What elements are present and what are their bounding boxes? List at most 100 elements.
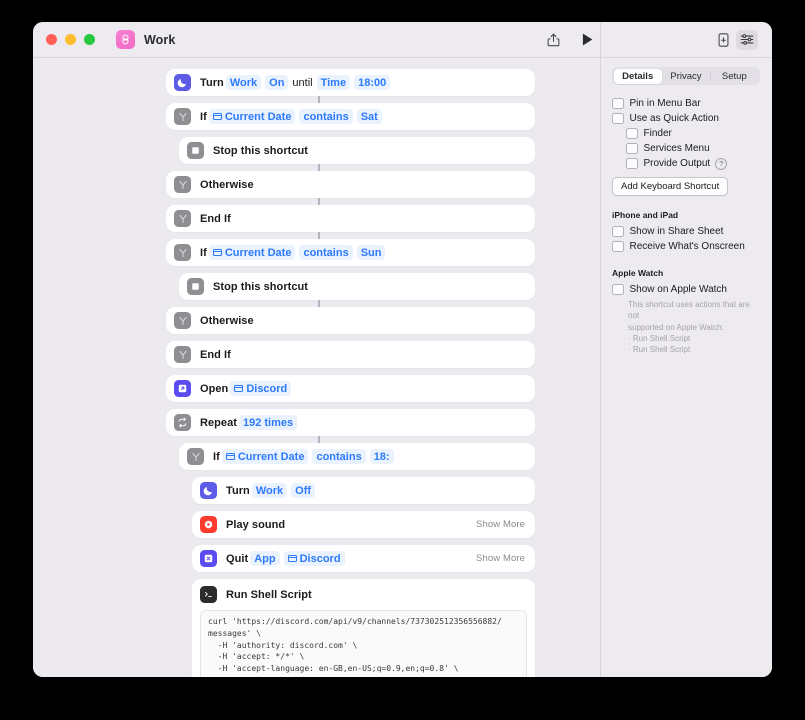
action-card-otherwise-sat[interactable]: Otherwise xyxy=(166,171,535,198)
action-variable-token[interactable]: Current Date xyxy=(221,449,309,464)
action-parameter-token[interactable]: contains xyxy=(299,245,353,260)
checkbox-provide-output[interactable] xyxy=(626,157,638,170)
play-sound-icon xyxy=(200,516,217,533)
action-parameter-token[interactable]: Work xyxy=(251,483,288,498)
if-branch-icon xyxy=(174,108,191,125)
note-line: · Run Shell Script xyxy=(628,345,691,355)
traffic-lights xyxy=(46,34,95,45)
action-variable-token[interactable]: Current Date xyxy=(208,245,296,260)
action-label: If xyxy=(213,450,220,463)
workflow-action-row: Play sound Show More xyxy=(33,511,600,538)
action-parameter-token[interactable]: 192 times xyxy=(238,415,298,430)
action-connector-line xyxy=(318,198,320,205)
checkbox-row-show-on-apple-watch[interactable]: Show on Apple Watch xyxy=(612,282,760,297)
checkbox-row-receive-whats-onscreen[interactable]: Receive What's Onscreen xyxy=(612,239,760,254)
workflow-action-row: Run Shell Script curl 'https://discord.co… xyxy=(33,579,600,677)
checkbox-services-menu[interactable] xyxy=(626,142,638,155)
stop-icon xyxy=(187,142,204,159)
action-card-play-sound[interactable]: Play sound Show More xyxy=(192,511,535,538)
action-parameter-token[interactable]: Work xyxy=(225,75,262,90)
checkbox-receive-whats-onscreen[interactable] xyxy=(612,240,624,253)
inspector-tabs[interactable]: Details Privacy Setup xyxy=(612,67,760,85)
action-parameter-token[interactable]: Sat xyxy=(356,109,382,124)
action-parameter-token[interactable]: 18:00 xyxy=(354,75,391,90)
action-card-open-discord[interactable]: Open Discord xyxy=(166,375,535,402)
variable-glyph-icon xyxy=(287,554,297,563)
checkbox-label: Provide Output xyxy=(643,158,711,169)
workflow-canvas[interactable]: Turn Work On until Time 18:00 If Current Date co… xyxy=(33,58,600,677)
action-label: End If xyxy=(200,348,231,361)
show-more-button[interactable]: Show More xyxy=(476,553,525,564)
checkbox-row-use-as-quick-action[interactable]: Use as Quick Action xyxy=(612,111,760,126)
zoom-button[interactable] xyxy=(84,34,95,45)
action-connector-line xyxy=(318,96,320,103)
action-parameter-token[interactable]: 18: xyxy=(369,449,394,464)
tab-details[interactable]: Details xyxy=(613,68,662,84)
tab-setup[interactable]: Setup xyxy=(710,69,758,84)
tab-privacy[interactable]: Privacy xyxy=(662,69,710,84)
checkbox-row-pin-in-menu-bar[interactable]: Pin in Menu Bar xyxy=(612,96,760,111)
action-parameter-token[interactable]: App xyxy=(250,551,280,566)
action-parameter-token[interactable]: contains xyxy=(312,449,366,464)
window-titlebar: Work xyxy=(33,22,772,58)
action-card-quit-discord[interactable]: Quit App Discord Show More xyxy=(192,545,535,572)
action-parameter-token[interactable]: contains xyxy=(299,109,353,124)
action-parameter-token[interactable]: Off xyxy=(291,483,316,498)
checkbox-row-show-in-share-sheet[interactable]: Show in Share Sheet xyxy=(612,224,760,239)
shell-script-title: Run Shell Script xyxy=(226,588,312,601)
checkbox-label: Services Menu xyxy=(643,143,710,154)
action-card-otherwise-sun[interactable]: Otherwise xyxy=(166,307,535,334)
action-variable-token[interactable]: Discord xyxy=(230,381,292,396)
shortcuts-window: Work Turn Work On until Time 18:00 If Cu… xyxy=(33,22,772,677)
action-parameter-token[interactable]: On xyxy=(265,75,289,90)
action-card-end-if-sat[interactable]: End If xyxy=(166,205,535,232)
workflow-action-row: Stop this shortcut xyxy=(33,137,600,164)
action-label: Otherwise xyxy=(200,178,254,191)
action-variable-token[interactable]: Discord xyxy=(283,551,345,566)
action-card-if-sunday[interactable]: If Current Date contains Sun xyxy=(166,239,535,266)
action-card-stop-shortcut-sun[interactable]: Stop this shortcut xyxy=(179,273,535,300)
if-branch-icon xyxy=(174,244,191,261)
action-connector-line xyxy=(318,164,320,171)
play-icon[interactable] xyxy=(574,29,600,51)
checkbox-show-in-share-sheet[interactable] xyxy=(612,225,624,238)
show-more-button[interactable]: Show More xyxy=(476,519,525,530)
action-card-end-if-sun[interactable]: End If xyxy=(166,341,535,368)
if-branch-icon xyxy=(187,448,204,465)
action-card-stop-shortcut-sat[interactable]: Stop this shortcut xyxy=(179,137,535,164)
sliders-icon[interactable] xyxy=(736,29,758,50)
inspector-options-list: Pin in Menu Bar Use as Quick Action Finder… xyxy=(612,96,760,171)
checkbox-row-provide-output[interactable]: Provide Output? xyxy=(612,156,760,171)
action-card-if-saturday[interactable]: If Current Date contains Sat xyxy=(166,103,535,130)
workflow-action-row: End If xyxy=(33,341,600,368)
add-action-icon[interactable] xyxy=(712,30,734,50)
action-card-repeat-192[interactable]: Repeat 192 times xyxy=(166,409,535,436)
action-parameter-token[interactable]: Time xyxy=(316,75,351,90)
action-connector-line xyxy=(318,300,320,307)
action-card-turn-dnd-on[interactable]: Turn Work On until Time 18:00 xyxy=(166,69,535,96)
checkbox-show-on-apple-watch[interactable] xyxy=(612,283,624,296)
checkbox-row-finder[interactable]: Finder xyxy=(612,126,760,141)
close-button[interactable] xyxy=(46,34,57,45)
checkbox-row-services-menu[interactable]: Services Menu xyxy=(612,141,760,156)
workflow-action-row: Quit App Discord Show More xyxy=(33,545,600,572)
checkbox-pin-in-menu-bar[interactable] xyxy=(612,97,624,110)
help-icon[interactable]: ? xyxy=(715,157,728,170)
action-parameter-token[interactable]: Sun xyxy=(356,245,386,260)
action-card-turn-dnd-off[interactable]: Turn Work Off xyxy=(192,477,535,504)
action-connector-word: until xyxy=(292,76,313,89)
action-card-run-shell-script[interactable]: Run Shell Script curl 'https://discord.co… xyxy=(192,579,535,677)
minimize-button[interactable] xyxy=(65,34,76,45)
action-card-if-hour-18[interactable]: If Current Date contains 18: xyxy=(179,443,535,470)
checkbox-use-as-quick-action[interactable] xyxy=(612,112,624,125)
workflow-action-row: Otherwise xyxy=(33,164,600,198)
checkbox-label: Show on Apple Watch xyxy=(629,284,727,295)
shell-script-editor[interactable]: curl 'https://discord.com/api/v9/channel… xyxy=(200,610,527,677)
checkbox-finder[interactable] xyxy=(626,127,638,140)
action-variable-token[interactable]: Current Date xyxy=(208,109,296,124)
share-icon[interactable] xyxy=(540,29,566,51)
quit-app-icon xyxy=(200,550,217,567)
variable-token-label: Current Date xyxy=(224,110,292,123)
add-keyboard-shortcut-button[interactable]: Add Keyboard Shortcut xyxy=(612,177,729,196)
checkbox-label: Show in Share Sheet xyxy=(629,226,724,237)
